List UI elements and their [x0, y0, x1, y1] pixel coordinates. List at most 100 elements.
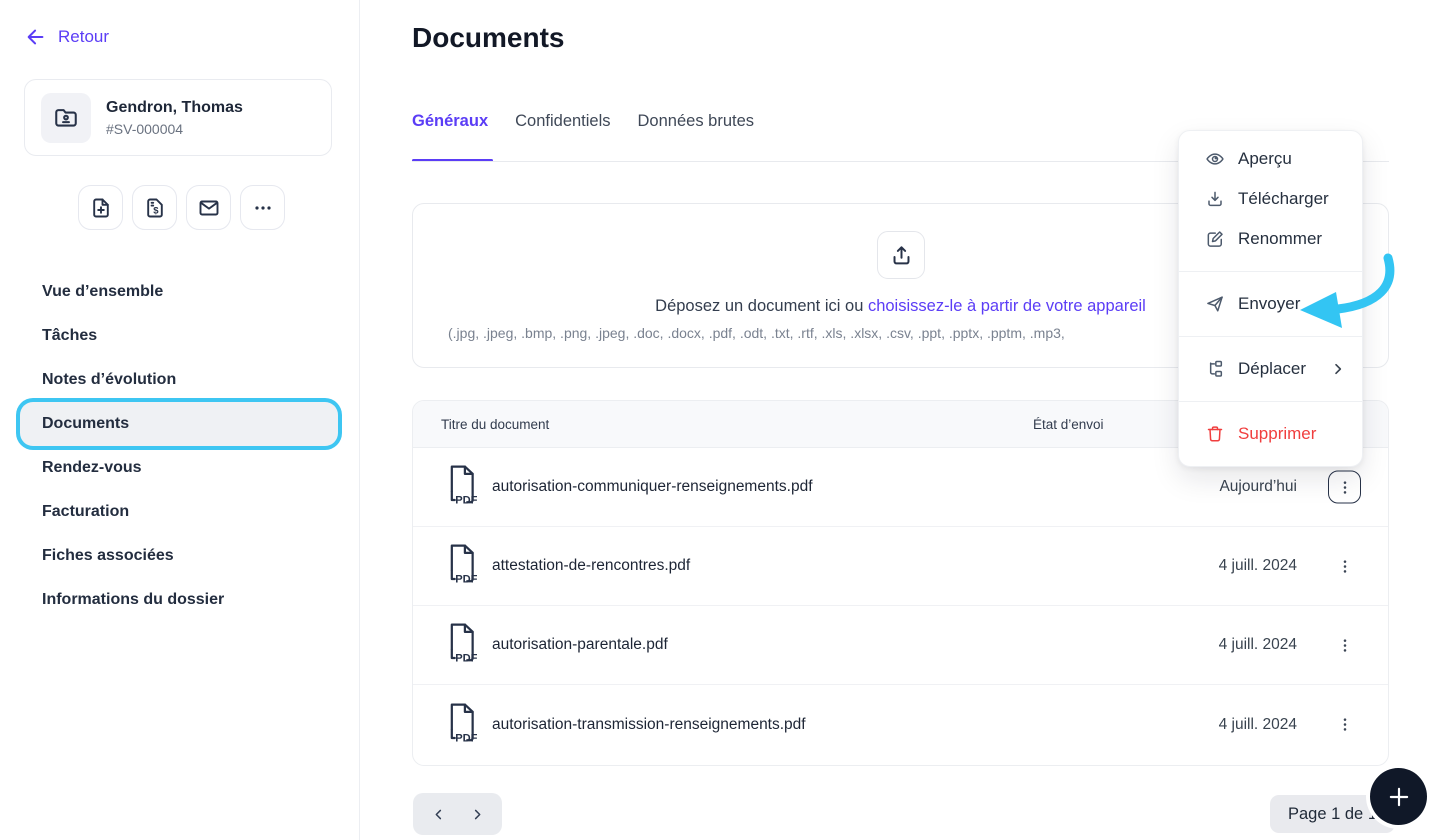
sidebar-item-label: Notes d’évolution: [42, 371, 177, 388]
client-card: Gendron, Thomas #SV-000004: [24, 79, 332, 156]
row-menu-button[interactable]: [1328, 629, 1361, 662]
tab-confidentiels[interactable]: Confidentiels: [515, 112, 610, 131]
page: Retour Gendron, Thomas #SV-000004 $ Vue …: [0, 0, 1440, 840]
folder-user-icon: [41, 92, 91, 143]
arrow-left-icon: [25, 26, 47, 48]
pdf-file-icon: PDF: [446, 702, 478, 748]
document-title: autorisation-parentale.pdf: [492, 636, 668, 653]
menu-item-apercu[interactable]: Aperçu: [1179, 139, 1362, 179]
menu-item-supprimer[interactable]: Supprimer: [1179, 414, 1362, 454]
menu-item-deplacer[interactable]: Déplacer: [1179, 349, 1362, 389]
document-context-menu: Aperçu Télécharger Renommer Envoyer Dépl…: [1178, 130, 1363, 467]
sidebar-item-label: Vue d’ensemble: [42, 283, 164, 300]
ellipsis-icon: [251, 196, 275, 220]
table-row[interactable]: PDF attestation-de-rencontres.pdf 4 juil…: [413, 527, 1388, 606]
document-date: 4 juill. 2024: [1218, 715, 1297, 733]
client-name: Gendron, Thomas: [106, 98, 243, 116]
svg-text:$: $: [153, 205, 159, 216]
document-date: Aujourd’hui: [1219, 478, 1297, 495]
dropzone-instruction-text: Déposez un document ici ou: [655, 297, 868, 315]
add-document-button[interactable]: [78, 185, 123, 230]
back-label: Retour: [58, 27, 110, 46]
svg-text:PDF: PDF: [455, 652, 477, 663]
menu-divider: [1179, 401, 1362, 402]
client-info: Gendron, Thomas #SV-000004: [106, 99, 243, 137]
sidebar-item-fiches-associees[interactable]: Fiches associées: [0, 534, 360, 578]
sidebar-item-documents[interactable]: Documents: [20, 402, 338, 446]
document-title: attestation-de-rencontres.pdf: [492, 557, 691, 574]
menu-item-label: Envoyer: [1238, 294, 1301, 313]
sidebar-item-label: Fiches associées: [42, 547, 174, 564]
move-icon: [1205, 359, 1225, 379]
more-actions-button[interactable]: [240, 185, 285, 230]
menu-item-label: Aperçu: [1238, 149, 1292, 168]
previous-page-button[interactable]: [431, 807, 446, 822]
add-button[interactable]: [1370, 768, 1427, 825]
menu-divider: [1179, 271, 1362, 272]
back-button[interactable]: Retour: [25, 26, 109, 48]
accepted-formats: (.jpg, .jpeg, .bmp, .png, .jpeg, .doc, .…: [448, 325, 1065, 341]
row-menu-button[interactable]: [1328, 708, 1361, 741]
table-row[interactable]: PDF autorisation-parentale.pdf 4 juill. …: [413, 606, 1388, 685]
menu-item-renommer[interactable]: Renommer: [1179, 219, 1362, 259]
column-header-status: État d’envoi: [1033, 416, 1104, 432]
upload-icon: [889, 243, 914, 268]
tabs: Généraux Confidentiels Données brutes: [412, 112, 754, 131]
row-menu-button[interactable]: [1328, 550, 1361, 583]
send-icon: [1205, 294, 1225, 314]
chevron-right-icon: [1330, 361, 1346, 377]
tab-donnees-brutes[interactable]: Données brutes: [638, 112, 755, 131]
svg-text:PDF: PDF: [455, 573, 477, 584]
sidebar: Retour Gendron, Thomas #SV-000004 $ Vue …: [0, 0, 360, 840]
sidebar-item-taches[interactable]: Tâches: [0, 314, 360, 358]
sidebar-item-label: Informations du dossier: [42, 591, 225, 608]
menu-item-envoyer[interactable]: Envoyer: [1179, 284, 1362, 324]
sidebar-item-label: Tâches: [42, 327, 98, 344]
pdf-file-icon: PDF: [446, 622, 478, 668]
document-title: autorisation-communiquer-renseignements.…: [492, 478, 813, 495]
invoice-button[interactable]: $: [132, 185, 177, 230]
document-title: autorisation-transmission-renseignements…: [492, 715, 806, 733]
svg-text:PDF: PDF: [455, 494, 477, 505]
download-icon: [1205, 189, 1225, 209]
sidebar-item-vue-densemble[interactable]: Vue d’ensemble: [0, 270, 360, 314]
document-date: 4 juill. 2024: [1218, 636, 1297, 653]
pagination: [413, 793, 502, 835]
pdf-file-icon: PDF: [446, 543, 478, 589]
choose-file-link[interactable]: choisissez-le à partir de votre appareil: [868, 297, 1146, 315]
menu-divider: [1179, 336, 1362, 337]
next-page-button[interactable]: [470, 807, 485, 822]
menu-item-label: Télécharger: [1238, 189, 1329, 208]
sidebar-nav: Vue d’ensemble Tâches Notes d’évolution …: [0, 270, 360, 622]
column-header-title: Titre du document: [441, 416, 550, 432]
upload-button[interactable]: [877, 231, 925, 279]
sidebar-item-rendez-vous[interactable]: Rendez-vous: [0, 446, 360, 490]
sidebar-item-label: Facturation: [42, 503, 130, 520]
menu-item-label: Renommer: [1238, 229, 1323, 248]
rename-icon: [1205, 229, 1225, 249]
eye-icon: [1205, 149, 1225, 169]
sidebar-item-label: Rendez-vous: [42, 459, 142, 476]
sidebar-item-facturation[interactable]: Facturation: [0, 490, 360, 534]
tab-generaux[interactable]: Généraux: [412, 112, 488, 131]
quick-actions: $: [78, 185, 285, 230]
send-mail-button[interactable]: [186, 185, 231, 230]
pdf-file-icon: PDF: [446, 464, 478, 510]
svg-text:PDF: PDF: [455, 732, 477, 743]
menu-item-telecharger[interactable]: Télécharger: [1179, 179, 1362, 219]
sidebar-item-notes-devolution[interactable]: Notes d’évolution: [0, 358, 360, 402]
document-date: 4 juill. 2024: [1218, 557, 1297, 574]
sidebar-item-label: Documents: [42, 415, 130, 432]
sidebar-item-informations-du-dossier[interactable]: Informations du dossier: [0, 578, 360, 622]
invoice-icon: $: [143, 196, 167, 220]
row-menu-button[interactable]: [1328, 470, 1361, 504]
client-file-number: #SV-000004: [106, 120, 184, 137]
page-title: Documents: [412, 22, 565, 53]
plus-icon: [1386, 784, 1412, 810]
mail-icon: [197, 196, 221, 220]
table-row[interactable]: PDF autorisation-transmission-renseignem…: [413, 685, 1388, 764]
menu-item-label: Déplacer: [1238, 359, 1307, 378]
trash-icon: [1205, 424, 1225, 444]
file-plus-icon: [89, 196, 113, 220]
menu-item-label: Supprimer: [1238, 424, 1317, 443]
